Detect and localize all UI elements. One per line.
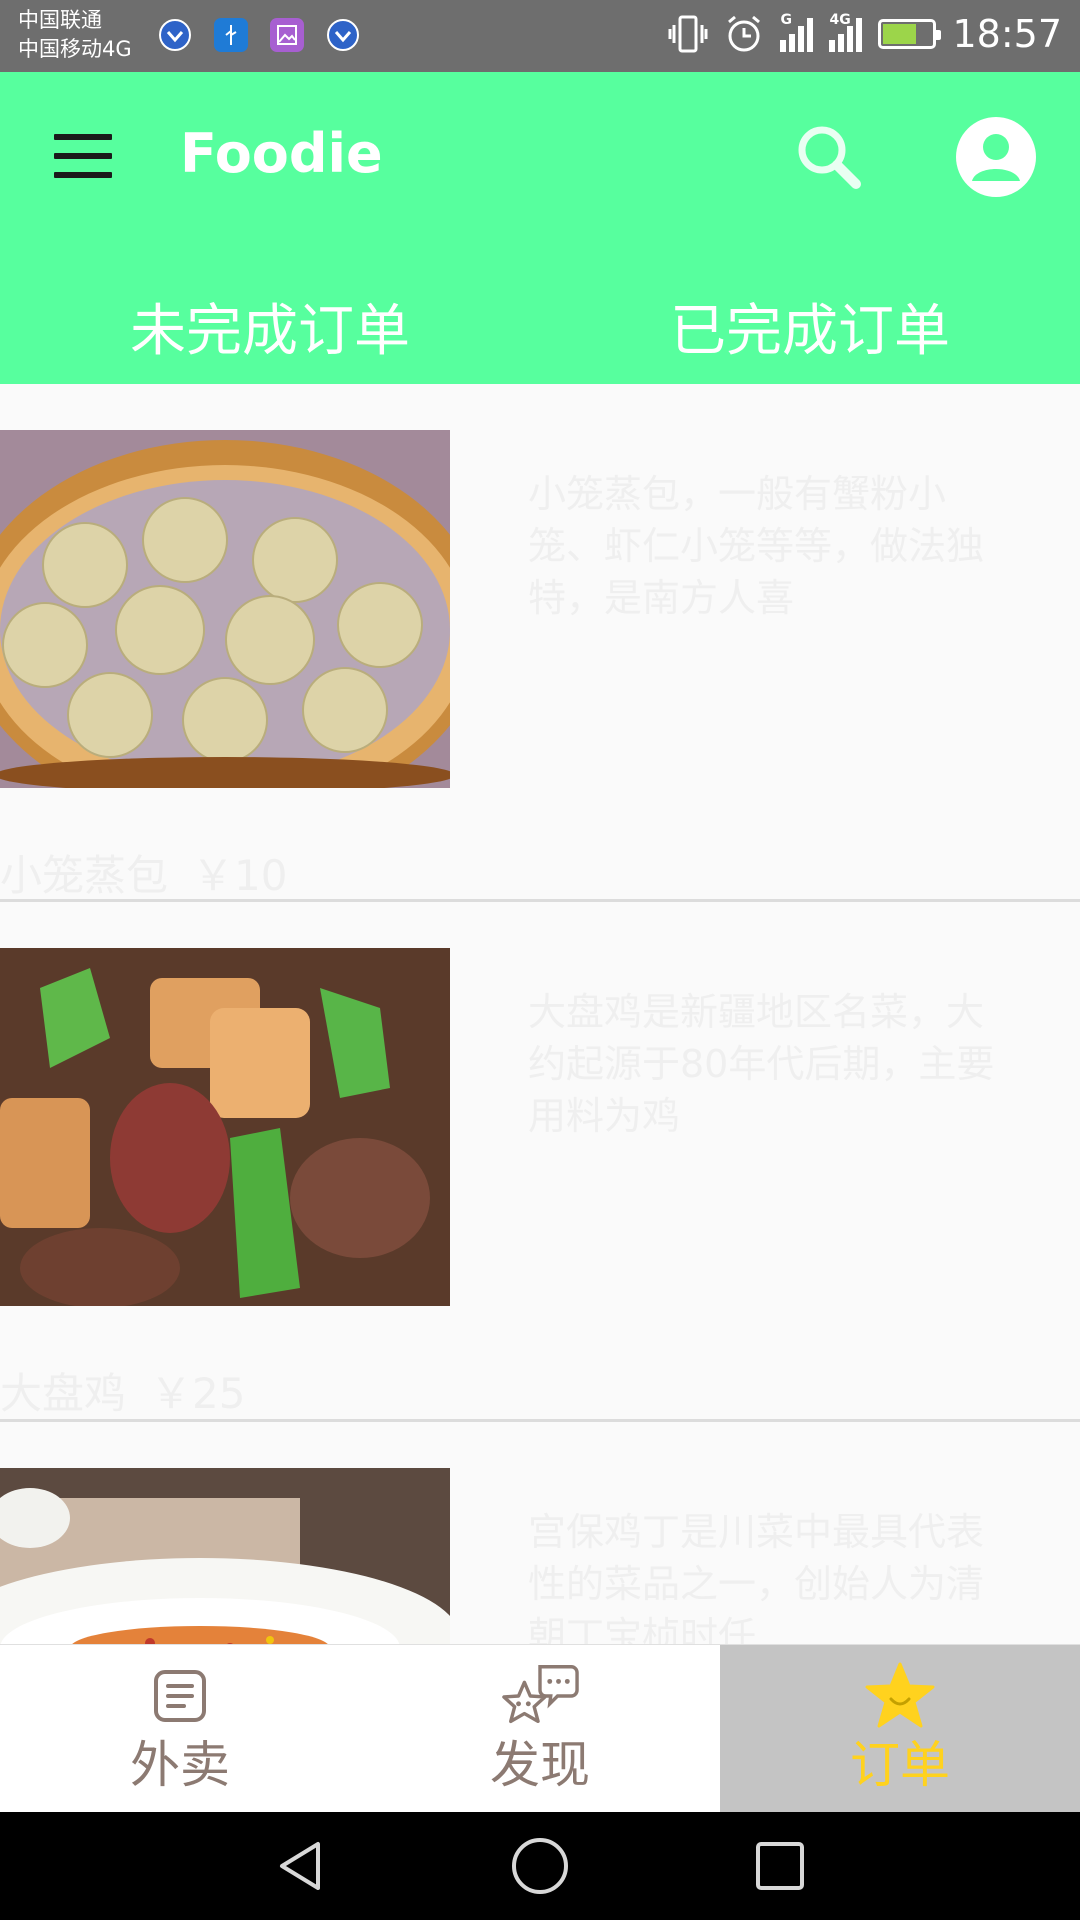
back-triangle-icon[interactable] (270, 1836, 330, 1896)
gallery-icon (270, 18, 304, 52)
usb-icon (214, 18, 248, 52)
xiaolongbao-photo (0, 430, 450, 788)
gongbao-chicken-photo (0, 1468, 450, 1644)
hamburger-menu-icon[interactable] (54, 134, 112, 178)
food-name-price: 大盘鸡 ￥25 (0, 1360, 245, 1421)
app-bar: Foodie 未完成订单 已完成订单 (0, 72, 1080, 384)
nav-takeout[interactable]: 外卖 (0, 1645, 360, 1813)
list-item[interactable]: 小笼蒸包，一般有蟹粉小笼、虾仁小笼等等，做法独特，是南方人喜 小笼蒸包 ￥10 (0, 384, 1080, 902)
food-name: 小笼蒸包 (0, 851, 169, 900)
food-description: 宫保鸡丁是川菜中最具代表性的菜品之一，创始人为清朝丁宝桢时任 (528, 1510, 985, 1644)
order-tabs: 未完成订单 已完成订单 (0, 268, 1080, 384)
nav-orders[interactable]: 订单 (720, 1645, 1080, 1813)
food-description: 小笼蒸包，一般有蟹粉小笼、虾仁小笼等等，做法独特，是南方人喜 (528, 472, 985, 620)
carrier-info: 中国联通 中国移动4G (18, 6, 132, 64)
system-navigation-bar (0, 1812, 1080, 1920)
app-screen: 中国联通 中国移动4G G 4G 18:57 Foodie 未完成订单 已完成订… (0, 0, 1080, 1920)
status-icons: G 4G 18:57 (668, 12, 1062, 56)
nav-orders-label: 订单 (850, 1736, 950, 1794)
home-circle-icon[interactable] (510, 1836, 570, 1896)
recents-square-icon[interactable] (750, 1836, 810, 1896)
notification-icons (158, 18, 360, 52)
star-chat-icon (501, 1663, 579, 1729)
signal-4g-icon: 4G (829, 12, 863, 52)
search-icon[interactable] (792, 120, 866, 194)
food-price: ￥10 (192, 851, 288, 900)
vibrate-icon (668, 15, 708, 53)
tab-completed-orders[interactable]: 已完成订单 (540, 268, 1080, 384)
network-type-2: 4G (829, 12, 851, 28)
shield-app-icon (158, 18, 192, 52)
nav-discover-label: 发现 (490, 1736, 590, 1794)
food-description: 大盘鸡是新疆地区名菜，大约起源于80年代后期，主要用料为鸡 (528, 990, 995, 1138)
signal-g-icon: G (780, 12, 814, 52)
star-icon (861, 1662, 939, 1729)
list-item[interactable]: 大盘鸡是新疆地区名菜，大约起源于80年代后期，主要用料为鸡 大盘鸡 ￥25 (0, 902, 1080, 1422)
account-circle-icon[interactable] (954, 115, 1038, 199)
food-name-price: 小笼蒸包 ￥10 (0, 842, 287, 903)
app-title: Foodie (180, 122, 383, 185)
network-type-1: G (780, 12, 792, 28)
battery-icon (878, 19, 942, 49)
nav-discover[interactable]: 发现 (360, 1645, 720, 1813)
shield-app-icon-2 (326, 18, 360, 52)
dapanji-photo (0, 948, 450, 1306)
clock: 18:57 (952, 12, 1062, 56)
carrier-1: 中国联通 (18, 8, 102, 32)
status-bar: 中国联通 中国移动4G G 4G 18:57 (0, 0, 1080, 72)
tab-incomplete-orders[interactable]: 未完成订单 (0, 268, 540, 384)
bottom-navigation: 外卖 发现 订单 (0, 1644, 1080, 1813)
alarm-icon (728, 15, 761, 52)
carrier-2: 中国移动4G (18, 37, 132, 61)
list-icon (141, 1663, 219, 1729)
food-price: ￥25 (150, 1369, 246, 1418)
food-name: 大盘鸡 (0, 1369, 127, 1418)
list-item[interactable]: 宫保鸡丁是川菜中最具代表性的菜品之一，创始人为清朝丁宝桢时任 (0, 1422, 1080, 1644)
nav-takeout-label: 外卖 (130, 1736, 230, 1794)
order-list[interactable]: 小笼蒸包，一般有蟹粉小笼、虾仁小笼等等，做法独特，是南方人喜 小笼蒸包 ￥10 (0, 384, 1080, 1644)
